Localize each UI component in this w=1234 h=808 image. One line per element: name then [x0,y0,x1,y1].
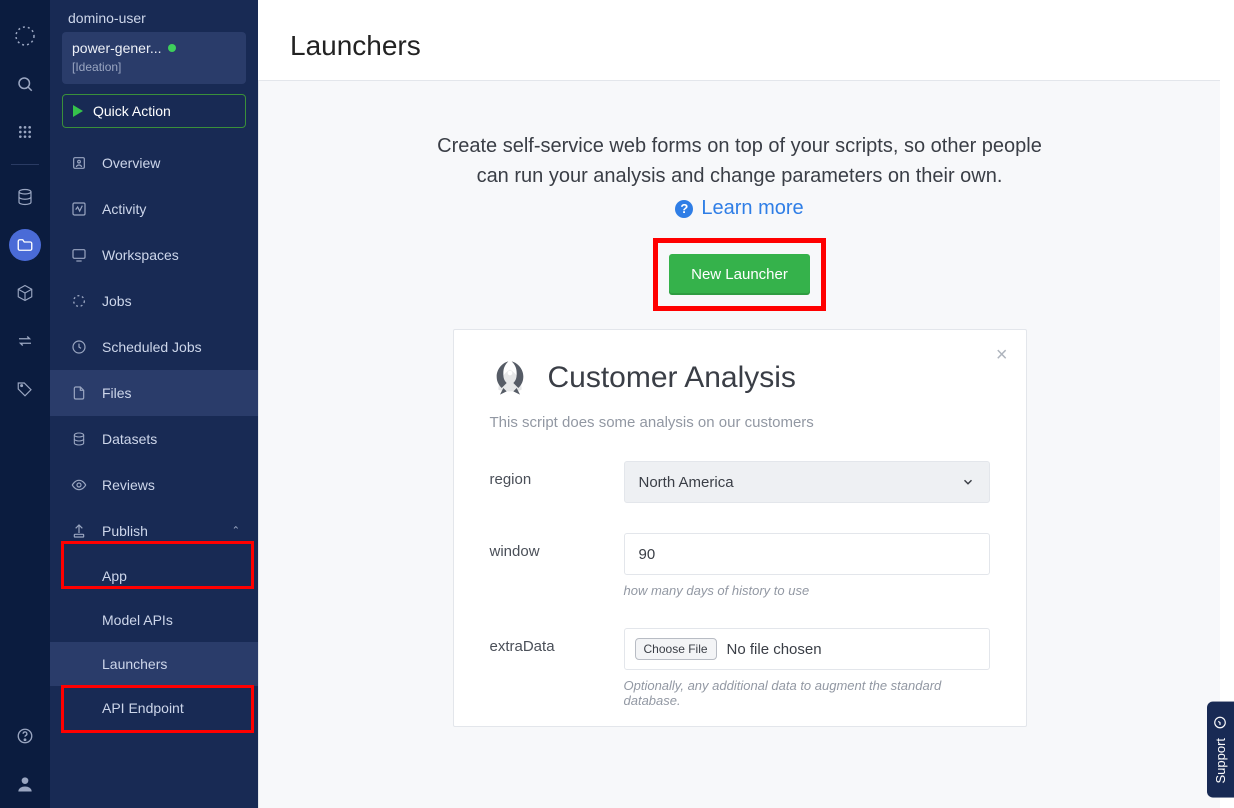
play-icon [73,105,83,117]
nav-jobs[interactable]: Jobs [50,278,258,324]
support-tab[interactable]: Support [1207,702,1234,798]
apps-icon[interactable] [9,116,41,148]
nav-publish-app[interactable]: App [50,554,258,598]
nav-publish-launchers[interactable]: Launchers [50,642,258,686]
extra-hint: Optionally, any additional data to augme… [624,678,990,708]
publish-icon [70,522,88,540]
project-name: power-gener... [72,40,162,56]
cube-icon[interactable] [9,277,41,309]
field-label-region: region [490,461,624,488]
nav-label: Model APIs [102,612,173,628]
projects-folder-icon[interactable] [9,229,41,261]
nav-reviews[interactable]: Reviews [50,462,258,508]
launcher-preview-card: × Customer Analysis This script does som… [453,329,1027,727]
nav-overview[interactable]: Overview [50,140,258,186]
nav-publish-model-apis[interactable]: Model APIs [50,598,258,642]
clock-icon [70,338,88,356]
nav-label: Overview [102,155,160,171]
extra-data-file-input[interactable]: Choose File No file chosen [624,628,990,670]
learn-more-link[interactable]: ? Learn more [675,197,803,220]
nav-label: Datasets [102,431,157,447]
tag-icon[interactable] [9,373,41,405]
logo-icon[interactable] [9,20,41,52]
main-content: Launchers Create self-service web forms … [258,0,1234,808]
nav-activity[interactable]: Activity [50,186,258,232]
database-icon[interactable] [9,181,41,213]
nav-datasets[interactable]: Datasets [50,416,258,462]
icon-rail [0,0,50,808]
field-label-extradata: extraData [490,628,624,655]
jobs-icon [70,292,88,310]
close-icon[interactable]: × [996,344,1008,367]
overview-icon [70,154,88,172]
workspaces-icon [70,246,88,264]
learn-more-label: Learn more [701,197,803,220]
file-icon [70,384,88,402]
activity-icon [70,200,88,218]
field-label-window: window [490,533,624,560]
page-title: Launchers [258,0,1234,80]
nav-label: Reviews [102,477,155,493]
region-value: North America [639,474,734,491]
blurb-text: Create self-service web forms on top of … [420,131,1060,191]
window-input[interactable] [624,533,990,575]
choose-file-button[interactable]: Choose File [635,638,717,660]
nav-label: Activity [102,201,146,217]
nav-label: Workspaces [102,247,179,263]
nav-label: Launchers [102,656,167,672]
quick-action-button[interactable]: Quick Action [62,94,246,128]
new-launcher-button[interactable]: New Launcher [669,254,810,295]
datasets-icon [70,430,88,448]
nav-label: App [102,568,127,584]
side-nav: domino-user power-gener... [Ideation] Qu… [50,0,258,808]
rocket-icon [490,358,530,398]
nav-label: Publish [102,523,148,539]
region-select[interactable]: North America [624,461,990,503]
window-hint: how many days of history to use [624,583,990,598]
card-description: This script does some analysis on our cu… [490,414,990,431]
nav-label: Files [102,385,132,401]
quick-action-label: Quick Action [93,103,171,119]
card-title: Customer Analysis [548,361,796,395]
clock-small-icon [1214,716,1228,730]
nav-files[interactable]: Files [50,370,258,416]
nav-scheduled-jobs[interactable]: Scheduled Jobs [50,324,258,370]
project-chip[interactable]: power-gener... [Ideation] [62,32,246,84]
nav-publish-api-endpoint[interactable]: API Endpoint [50,686,258,730]
help-icon[interactable] [9,720,41,752]
nav-label: Scheduled Jobs [102,339,202,355]
nav-label: API Endpoint [102,700,184,716]
swap-icon[interactable] [9,325,41,357]
file-status: No file chosen [727,641,822,658]
nav-publish[interactable]: Publish ⌃ [50,508,258,554]
support-label: Support [1213,738,1228,784]
content-panel: Create self-service web forms on top of … [258,80,1220,808]
nav-workspaces[interactable]: Workspaces [50,232,258,278]
help-badge-icon: ? [675,200,693,218]
project-stage: [Ideation] [72,60,236,74]
status-dot-icon [168,44,176,52]
chevron-down-icon [961,475,975,489]
breadcrumb[interactable]: domino-user [50,0,258,28]
chevron-up-icon: ⌃ [232,526,240,537]
search-icon[interactable] [9,68,41,100]
rail-divider [11,164,39,165]
user-icon[interactable] [9,768,41,800]
nav-label: Jobs [102,293,132,309]
eye-icon [70,476,88,494]
